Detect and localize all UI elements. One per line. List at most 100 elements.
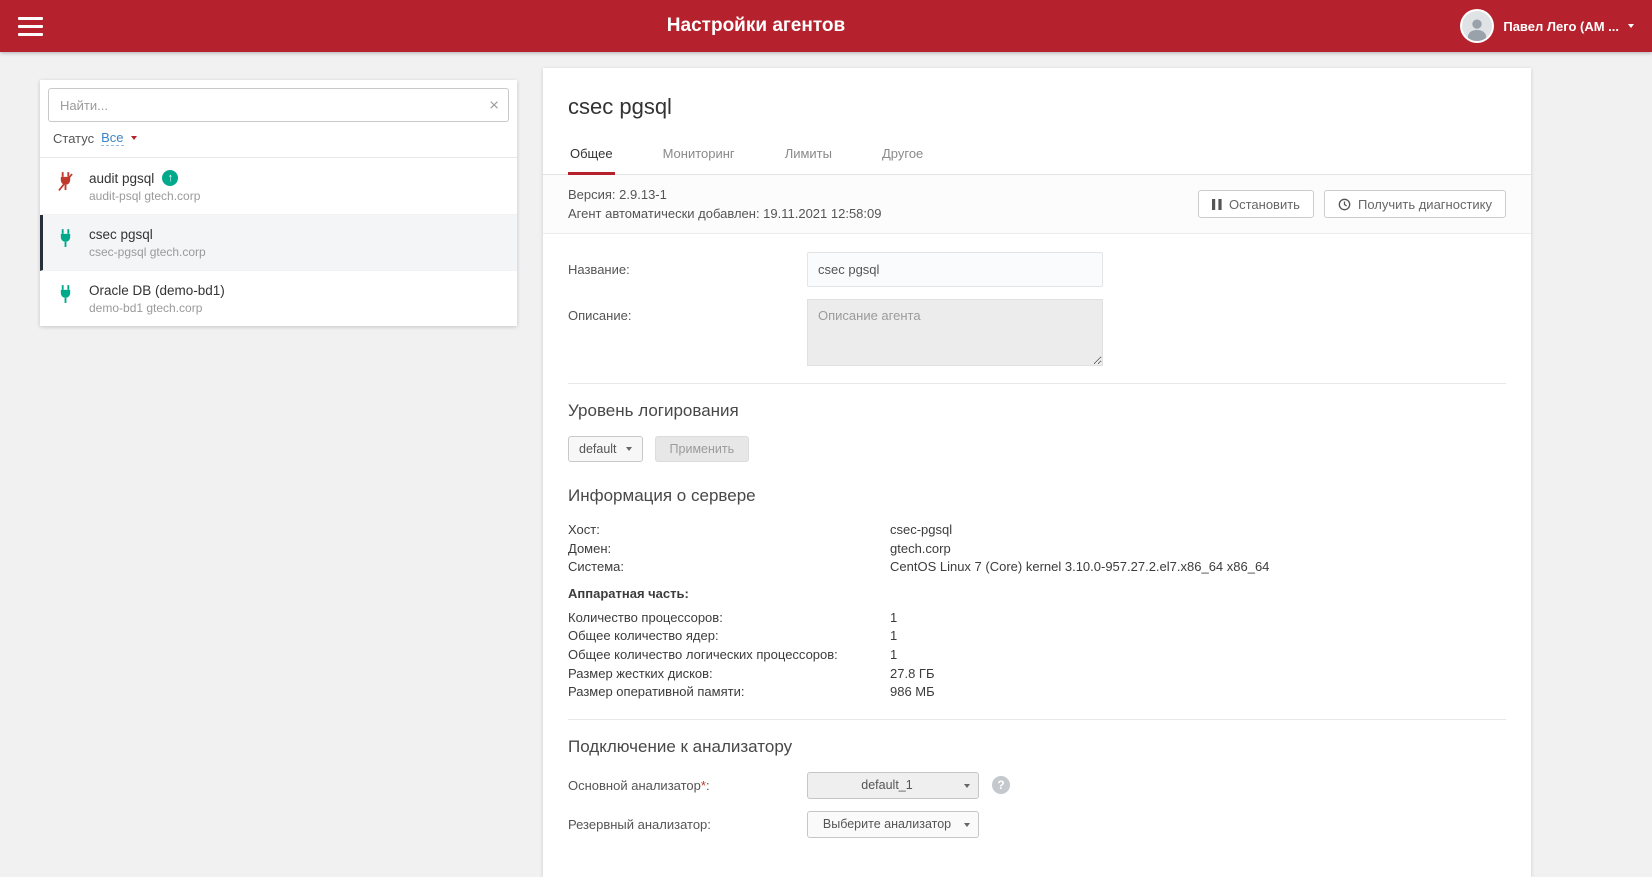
info-value: 986 МБ — [890, 684, 935, 700]
tab-limits[interactable]: Лимиты — [783, 140, 834, 174]
agent-subtitle: demo-bd1 gtech.corp — [89, 301, 203, 315]
tab-monitoring[interactable]: Мониторинг — [661, 140, 737, 174]
analyzer-section: Подключение к анализатору Основной анали… — [543, 737, 1531, 838]
hamburger-icon — [18, 16, 43, 20]
plug-connected-icon — [58, 229, 73, 254]
info-label: Общее количество логических процессоров: — [568, 646, 838, 662]
agent-list-item-audit-pgsql[interactable]: audit pgsql ↑ audit-psql gtech.corp — [40, 158, 517, 215]
log-level-dropdown[interactable]: default — [568, 436, 643, 462]
agent-meta-lines: Версия: 2.9.13-1 Агент автоматически доб… — [568, 185, 882, 223]
plug-connected-icon — [58, 285, 73, 310]
info-value: CentOS Linux 7 (Core) kernel 3.10.0-957.… — [890, 559, 1270, 575]
hardware-title: Аппаратная часть: — [568, 585, 689, 601]
chevron-down-icon — [1628, 24, 1634, 28]
primary-analyzer-value: default_1 — [861, 778, 913, 793]
menu-button[interactable] — [18, 16, 43, 36]
info-row-host: Хост: csec-pgsql — [568, 521, 1506, 540]
info-value: 1 — [890, 609, 898, 625]
agent-list-item-csec-pgsql[interactable]: csec pgsql csec-pgsql gtech.corp — [40, 215, 517, 271]
info-label: Размер оперативной памяти: — [568, 684, 745, 700]
avatar — [1460, 9, 1495, 43]
info-label: Общее количество ядер: — [568, 628, 719, 644]
pause-icon — [1212, 198, 1222, 210]
status-filter-value[interactable]: Все — [101, 130, 124, 146]
info-row-domain: Домен: gtech.corp — [568, 540, 1506, 559]
primary-analyzer-dropdown[interactable]: default_1 — [807, 771, 979, 799]
agent-form: Название: Описание: — [543, 234, 1531, 366]
info-value: 1 — [890, 646, 898, 662]
backup-analyzer-value: Выберите анализатор — [822, 817, 952, 832]
info-value: gtech.corp — [890, 540, 951, 556]
divider — [568, 383, 1506, 384]
info-row-logical-cpu-count: Общее количество логических процессоров:… — [568, 646, 1506, 665]
stop-agent-label: Остановить — [1229, 196, 1300, 212]
primary-analyzer-label: Основной анализатор*: — [568, 777, 710, 793]
info-label: Система: — [568, 559, 624, 575]
agent-name: csec pgsql — [89, 227, 153, 242]
agent-list-item-oracle-db[interactable]: Oracle DB (demo-bd1) demo-bd1 gtech.corp — [40, 271, 517, 326]
server-info-title: Информация о сервере — [568, 486, 756, 505]
agent-meta-bar: Версия: 2.9.13-1 Агент автоматически доб… — [543, 175, 1531, 234]
caret-down-icon — [964, 822, 970, 827]
info-value: 27.8 ГБ — [890, 665, 935, 681]
agent-details-panel: csec pgsql Общее Мониторинг Лимиты Друго… — [543, 68, 1531, 877]
agent-name: Oracle DB (demo-bd1) — [89, 283, 225, 298]
user-menu[interactable]: Павел Лего (АМ ... — [1460, 9, 1634, 43]
agent-name: audit pgsql — [89, 170, 155, 186]
update-available-icon: ↑ — [162, 170, 179, 186]
tab-other[interactable]: Другое — [880, 140, 925, 174]
divider — [568, 718, 1506, 720]
page-title: Настройки агентов — [666, 15, 846, 36]
info-row-ram-size: Размер оперативной памяти: 986 МБ — [568, 683, 1506, 702]
info-row-core-count: Общее количество ядер: 1 — [568, 627, 1506, 646]
caret-down-icon — [130, 136, 137, 140]
agent-meta: audit pgsql ↑ audit-psql gtech.corp — [89, 170, 200, 203]
info-row-cpu-count: Количество процессоров: 1 — [568, 609, 1506, 628]
agent-subtitle: audit-psql gtech.corp — [89, 189, 201, 203]
clear-search-icon[interactable]: × — [489, 97, 499, 114]
apply-log-level-button[interactable]: Применить — [654, 436, 750, 462]
top-header: Настройки агентов Павел Лего (АМ ... — [0, 0, 1652, 52]
agent-subtitle: csec-pgsql gtech.corp — [89, 245, 206, 259]
server-info-section: Информация о сервере Хост: csec-pgsql До… — [543, 486, 1531, 702]
backup-analyzer-label: Резервный анализатор: — [568, 816, 711, 832]
agent-action-buttons: Остановить Получить диагностику — [1198, 190, 1506, 218]
info-row-disk-size: Размер жестких дисков: 27.8 ГБ — [568, 665, 1506, 684]
user-name: Павел Лего (АМ ... — [1503, 18, 1619, 34]
info-label: Хост: — [568, 522, 600, 537]
log-level-value: default — [579, 442, 617, 456]
info-value: 1 — [890, 628, 898, 644]
tabs-bar: Общее Мониторинг Лимиты Другое — [543, 120, 1531, 175]
get-diagnostics-label: Получить диагностику — [1357, 196, 1492, 212]
logging-section-title: Уровень логирования — [568, 401, 739, 420]
agent-list: audit pgsql ↑ audit-psql gtech.corp csec… — [40, 158, 517, 326]
agent-name-input[interactable] — [807, 252, 1103, 287]
stop-agent-button[interactable]: Остановить — [1198, 190, 1314, 218]
analyzer-section-title: Подключение к анализатору — [568, 736, 793, 756]
caret-down-icon — [964, 783, 970, 788]
backup-analyzer-dropdown[interactable]: Выберите анализатор — [807, 810, 979, 838]
agent-added-date: Агент автоматически добавлен: 19.11.2021… — [568, 206, 882, 221]
logging-section: Уровень логирования default Применить — [543, 401, 1531, 462]
info-label: Количество процессоров: — [568, 609, 723, 625]
agent-search: × — [48, 88, 509, 122]
info-label: Домен: — [568, 540, 612, 556]
agent-meta: Oracle DB (demo-bd1) demo-bd1 gtech.corp — [89, 283, 225, 315]
tab-general[interactable]: Общее — [568, 140, 615, 175]
user-icon — [1468, 19, 1487, 41]
name-label: Название: — [568, 262, 630, 277]
caret-down-icon — [625, 447, 632, 451]
agents-sidebar: × Статус Все audit pgsql ↑ a — [40, 80, 517, 326]
plug-disconnected-icon — [58, 172, 73, 197]
agent-meta: csec pgsql csec-pgsql gtech.corp — [89, 227, 206, 259]
help-icon[interactable]: ? — [992, 776, 1010, 795]
agent-title: csec pgsql — [568, 94, 672, 119]
diagnostics-clock-icon — [1338, 198, 1351, 210]
search-input[interactable] — [48, 88, 509, 122]
agent-description-textarea[interactable] — [807, 299, 1103, 366]
info-label: Размер жестких дисков: — [568, 665, 713, 681]
get-diagnostics-button[interactable]: Получить диагностику — [1323, 190, 1506, 218]
status-filter: Статус Все — [40, 126, 517, 158]
agent-version: Версия: 2.9.13-1 — [568, 187, 667, 202]
description-label: Описание: — [568, 308, 632, 323]
